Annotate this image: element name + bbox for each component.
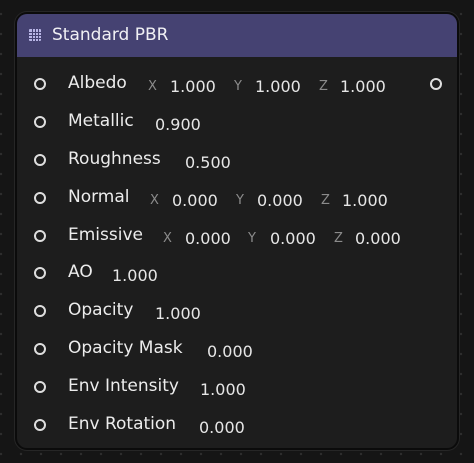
- emissive-z-field[interactable]: 0.000: [355, 229, 401, 248]
- albedo-y-axis-label: Y: [234, 79, 242, 94]
- normal-y-axis-label: Y: [236, 193, 244, 208]
- roughness-label: Roughness: [68, 149, 161, 169]
- normal-label: Normal: [68, 187, 130, 207]
- albedo-label: Albedo: [68, 73, 127, 93]
- ao-input-port[interactable]: [34, 267, 46, 279]
- node-header[interactable]: Standard PBR: [17, 14, 457, 57]
- property-row-emissive: Emissive X 0.000 Y 0.000 Z 0.000: [17, 219, 457, 253]
- metallic-input-port[interactable]: [34, 116, 46, 128]
- emissive-label: Emissive: [68, 225, 143, 245]
- property-row-env-rotation: Env Rotation 0.000: [17, 408, 457, 442]
- env-intensity-input-port[interactable]: [34, 381, 46, 393]
- property-row-albedo: Albedo X 1.000 Y 1.000 Z 1.000: [17, 67, 457, 101]
- normal-x-field[interactable]: 0.000: [172, 191, 218, 210]
- emissive-y-axis-label: Y: [248, 231, 256, 246]
- property-row-roughness: Roughness 0.500: [17, 143, 457, 177]
- normal-y-field[interactable]: 0.000: [257, 191, 303, 210]
- env-intensity-label: Env Intensity: [68, 376, 179, 396]
- property-row-normal: Normal X 0.000 Y 0.000 Z 1.000: [17, 181, 457, 215]
- opacity-label: Opacity: [68, 300, 134, 320]
- property-row-opacity: Opacity 1.000: [17, 294, 457, 328]
- opacity-input-port[interactable]: [34, 305, 46, 317]
- env-rotation-input-port[interactable]: [34, 419, 46, 431]
- normal-x-axis-label: X: [150, 193, 159, 208]
- property-row-opacity-mask: Opacity Mask 0.000: [17, 332, 457, 366]
- property-row-metallic: Metallic 0.900: [17, 105, 457, 139]
- normal-z-axis-label: Z: [321, 193, 330, 208]
- albedo-x-field[interactable]: 1.000: [170, 77, 216, 96]
- normal-z-field[interactable]: 1.000: [342, 191, 388, 210]
- opacity-mask-value-field[interactable]: 0.000: [207, 342, 253, 361]
- emissive-x-axis-label: X: [163, 231, 172, 246]
- roughness-value-field[interactable]: 0.500: [185, 153, 231, 172]
- opacity-value-field[interactable]: 1.000: [155, 304, 201, 323]
- ao-value-field[interactable]: 1.000: [112, 266, 158, 285]
- opacity-mask-label: Opacity Mask: [68, 338, 183, 358]
- ao-label: AO: [68, 262, 93, 282]
- emissive-y-field[interactable]: 0.000: [270, 229, 316, 248]
- normal-input-port[interactable]: [34, 192, 46, 204]
- roughness-input-port[interactable]: [34, 154, 46, 166]
- metallic-label: Metallic: [68, 111, 134, 131]
- standard-pbr-node[interactable]: Standard PBR Albedo X 1.000 Y 1.000 Z 1.…: [15, 12, 459, 450]
- env-rotation-value-field[interactable]: 0.000: [199, 418, 245, 437]
- albedo-y-field[interactable]: 1.000: [255, 77, 301, 96]
- env-intensity-value-field[interactable]: 1.000: [200, 380, 246, 399]
- property-row-env-intensity: Env Intensity 1.000: [17, 370, 457, 404]
- node-title: Standard PBR: [52, 25, 169, 45]
- albedo-z-axis-label: Z: [319, 79, 328, 94]
- albedo-input-port[interactable]: [34, 78, 46, 90]
- env-rotation-label: Env Rotation: [68, 414, 177, 434]
- grid-icon: [29, 29, 41, 41]
- albedo-x-axis-label: X: [148, 79, 157, 94]
- emissive-z-axis-label: Z: [334, 231, 343, 246]
- output-port[interactable]: [430, 78, 442, 90]
- property-row-ao: AO 1.000: [17, 256, 457, 290]
- opacity-mask-input-port[interactable]: [34, 343, 46, 355]
- metallic-value-field[interactable]: 0.900: [155, 115, 201, 134]
- emissive-x-field[interactable]: 0.000: [185, 229, 231, 248]
- albedo-z-field[interactable]: 1.000: [340, 77, 386, 96]
- emissive-input-port[interactable]: [34, 230, 46, 242]
